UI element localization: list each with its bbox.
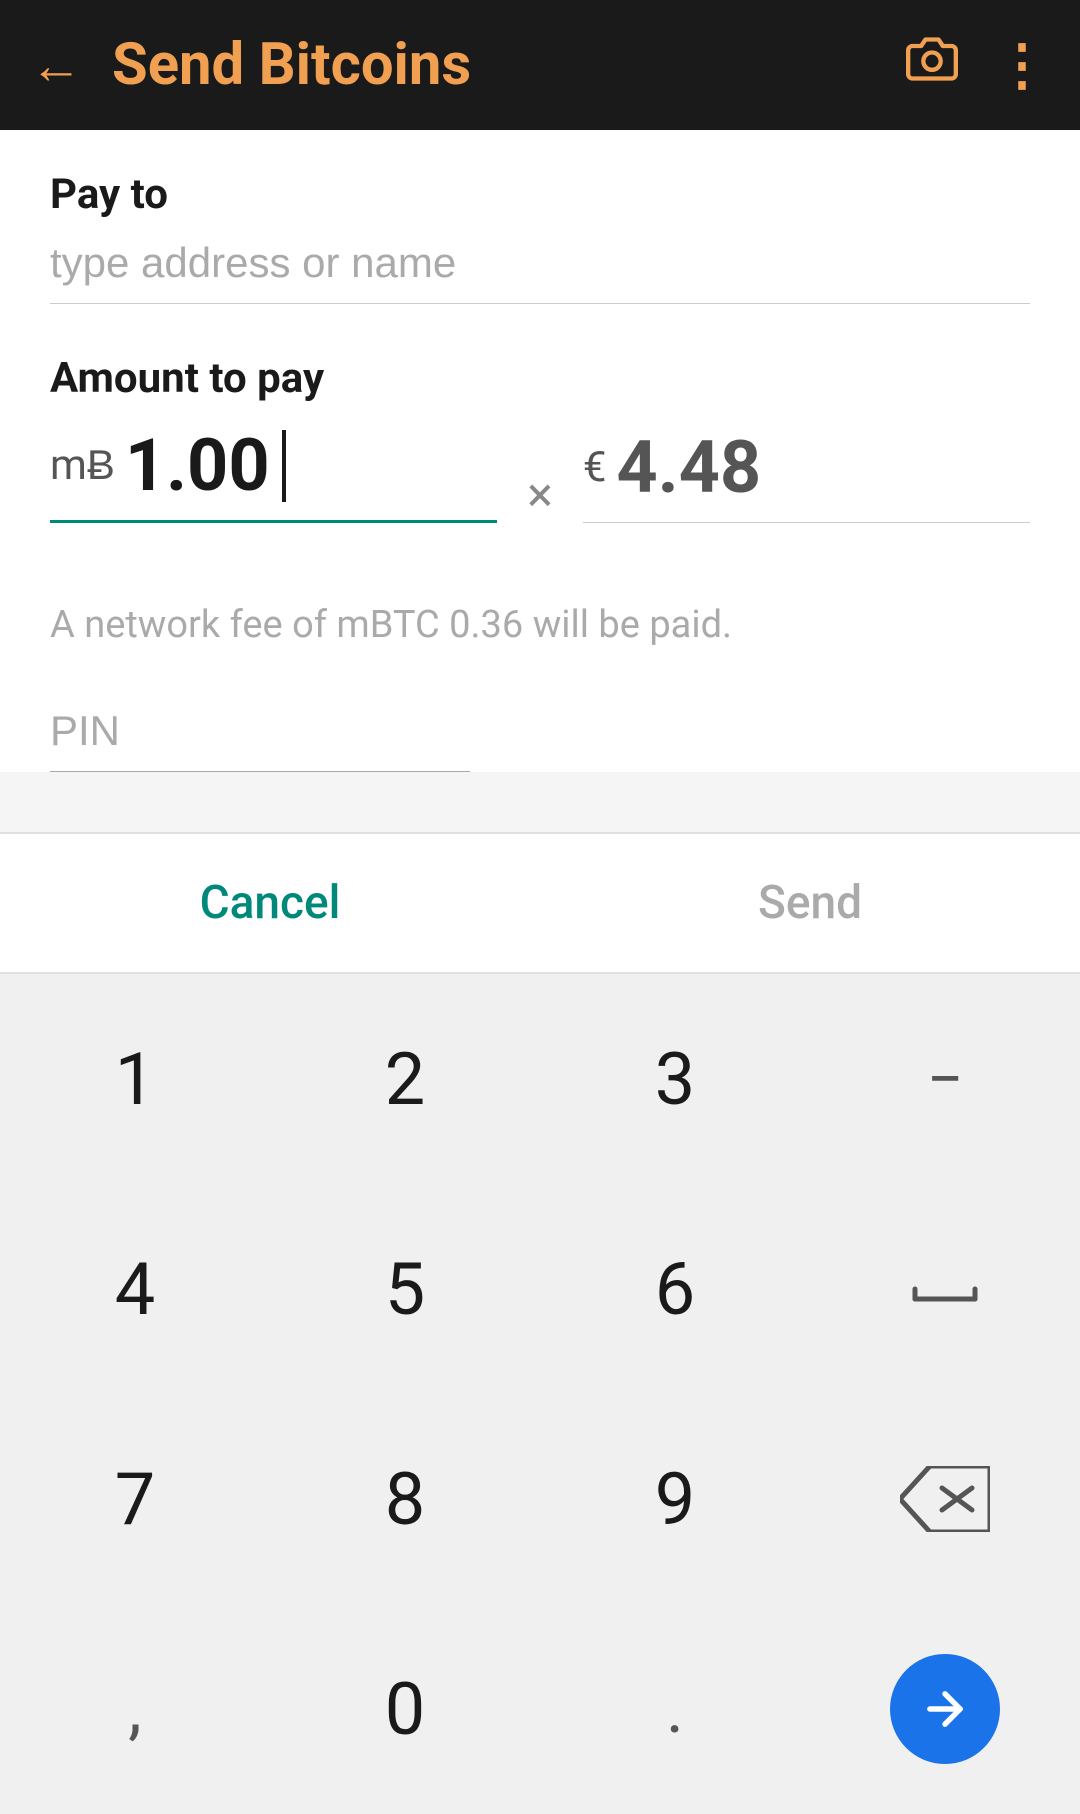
numpad-key-4[interactable]: 4 <box>0 1184 270 1394</box>
numpad-key-enter[interactable] <box>810 1604 1080 1814</box>
numpad-key-7[interactable]: 7 <box>0 1394 270 1604</box>
numpad: 1 2 3 − 4 5 6 7 8 9 , 0 . <box>0 974 1080 1814</box>
fiat-currency-prefix: € <box>583 443 607 492</box>
header: ← Send Bitcoins ⋮ <box>0 0 1080 130</box>
numpad-key-0[interactable]: 0 <box>270 1604 540 1814</box>
enter-icon[interactable] <box>890 1654 1000 1764</box>
cursor <box>282 430 286 502</box>
numpad-key-minus[interactable]: − <box>810 974 1080 1184</box>
numpad-key-comma[interactable]: , <box>0 1604 270 1814</box>
cancel-button[interactable]: Cancel <box>0 834 540 972</box>
fee-notice: A network fee of mBTC 0.36 will be paid. <box>50 603 1030 647</box>
main-content: Pay to Amount to pay mɃ 1.00 × € 4.48 A … <box>0 130 1080 772</box>
fiat-amount-value: 4.48 <box>616 425 761 510</box>
numpad-key-6[interactable]: 6 <box>540 1184 810 1394</box>
clear-button[interactable]: × <box>517 466 563 523</box>
numpad-key-decimal[interactable]: . <box>540 1604 810 1814</box>
send-button[interactable]: Send <box>540 834 1080 972</box>
amount-label: Amount to pay <box>50 354 1030 403</box>
numpad-key-5[interactable]: 5 <box>270 1184 540 1394</box>
action-row: Cancel Send <box>0 834 1080 974</box>
numpad-key-1[interactable]: 1 <box>0 974 270 1184</box>
numpad-key-9[interactable]: 9 <box>540 1394 810 1604</box>
numpad-key-2[interactable]: 2 <box>270 974 540 1184</box>
header-icons: ⋮ <box>906 32 1050 98</box>
camera-icon[interactable] <box>906 33 958 97</box>
btc-currency-prefix: mɃ <box>50 441 115 490</box>
numpad-key-8[interactable]: 8 <box>270 1394 540 1604</box>
amount-row: mɃ 1.00 × € 4.48 <box>50 423 1030 523</box>
numpad-key-3[interactable]: 3 <box>540 974 810 1184</box>
amount-section: Amount to pay mɃ 1.00 × € 4.48 <box>50 354 1030 523</box>
numpad-key-backspace[interactable] <box>810 1394 1080 1604</box>
btc-amount-field[interactable]: mɃ 1.00 <box>50 423 497 523</box>
address-input-wrapper <box>50 239 1030 304</box>
more-options-icon[interactable]: ⋮ <box>994 32 1050 98</box>
pin-input[interactable] <box>50 707 470 755</box>
pay-to-section: Pay to <box>50 170 1030 304</box>
fiat-amount-field[interactable]: € 4.48 <box>583 425 1030 523</box>
btc-amount-value: 1.00 <box>125 423 270 508</box>
numpad-key-space[interactable] <box>810 1184 1080 1394</box>
page-title: Send Bitcoins <box>112 31 906 99</box>
pay-to-label: Pay to <box>50 170 1030 219</box>
back-button[interactable]: ← <box>30 35 82 96</box>
pin-wrapper <box>50 707 470 772</box>
address-input[interactable] <box>50 239 1030 287</box>
